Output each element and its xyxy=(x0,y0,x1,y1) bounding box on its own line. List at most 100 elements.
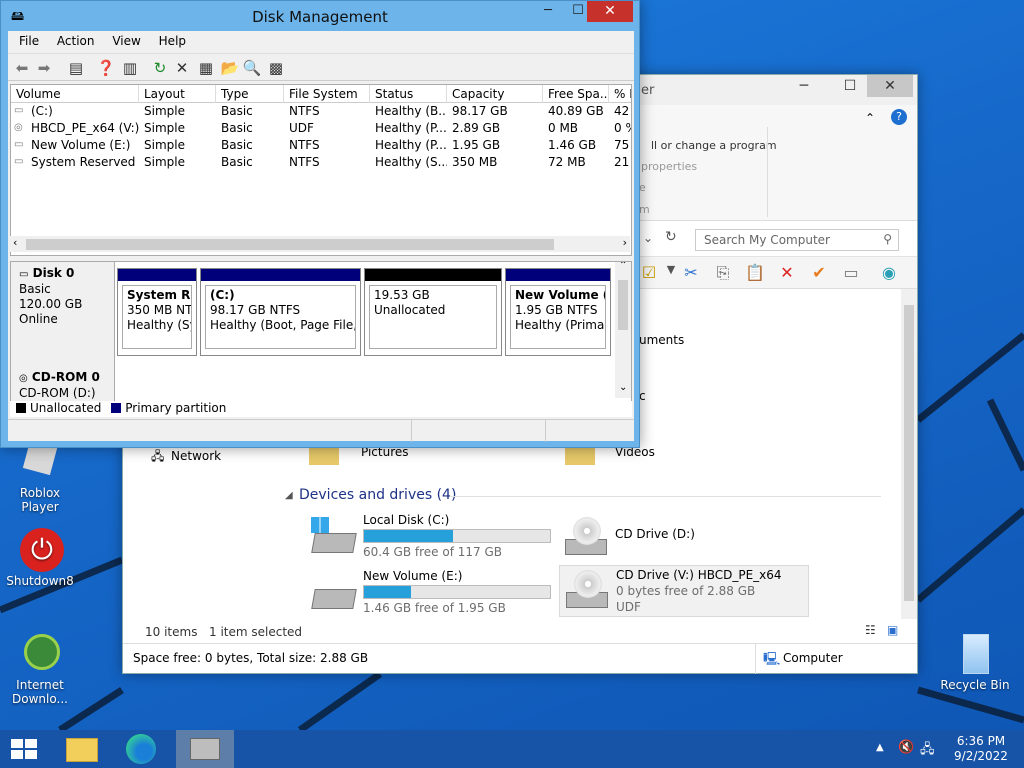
scroll-right-icon[interactable]: › xyxy=(623,236,627,249)
checkmark-icon[interactable]: ✔ xyxy=(807,263,831,283)
partition-e[interactable]: New Volume (E:) 1.95 GB NTFS Healthy (Pr… xyxy=(505,268,611,356)
delete-icon[interactable]: ✕ xyxy=(775,263,799,283)
collapse-triangle-icon[interactable]: ◢ xyxy=(285,490,293,501)
column-header[interactable]: Free Spa... xyxy=(543,85,609,103)
desktop-icon-recycle-bin[interactable]: Recycle Bin xyxy=(935,632,1015,692)
desktop-icon-roblox[interactable]: Roblox Player xyxy=(0,440,80,514)
legend: Unallocated Primary partition xyxy=(10,401,632,417)
help-icon[interactable]: ❓ xyxy=(96,58,116,78)
scroll-down-icon[interactable]: ⌄ xyxy=(619,382,627,393)
forward-icon[interactable]: ➡ xyxy=(34,58,54,78)
refresh-icon[interactable]: ↻ xyxy=(150,58,170,78)
column-header[interactable]: Layout xyxy=(139,85,216,103)
taskbar-disk-management[interactable] xyxy=(176,730,234,768)
rename-icon[interactable]: ▭ xyxy=(839,263,863,283)
cut-icon[interactable]: ✂ xyxy=(679,263,703,283)
drive-item-d[interactable]: CD Drive (D:) xyxy=(561,513,821,561)
table-row[interactable]: New Volume (E:) Simple Basic NTFS Health… xyxy=(11,137,631,154)
column-header[interactable]: Type xyxy=(216,85,284,103)
scroll-left-icon[interactable]: ‹ xyxy=(13,236,17,249)
back-icon[interactable]: ⬅ xyxy=(12,58,32,78)
large-icons-view-icon[interactable]: ▣ xyxy=(887,623,898,637)
uninstall-program-button[interactable]: ll or change a program xyxy=(651,139,777,152)
view-icon[interactable]: ▥ xyxy=(120,58,140,78)
scrollbar-thumb[interactable] xyxy=(618,280,628,330)
menu-action[interactable]: Action xyxy=(50,31,102,51)
taskbar-file-explorer[interactable] xyxy=(54,730,110,768)
taskbar-edge[interactable] xyxy=(114,730,170,768)
drive-usage-bar xyxy=(363,529,551,543)
explorer-vertical-scrollbar[interactable] xyxy=(901,289,917,619)
volume-list[interactable]: Volume Layout Type File System Status Ca… xyxy=(10,84,632,256)
menu-view[interactable]: View xyxy=(105,31,147,51)
disk-management-window[interactable]: 🖴 Disk Management ─ ☐ ✕ File Action View… xyxy=(0,0,640,448)
desktop-icon-shutdown8[interactable]: ⏻ Shutdown8 xyxy=(0,528,80,588)
space-info: Space free: 0 bytes, Total size: 2.88 GB xyxy=(133,651,369,665)
cell-free: 40.89 GB xyxy=(548,104,604,118)
search-input[interactable]: Search My Computer ⚲ xyxy=(695,229,899,251)
column-header[interactable]: File System xyxy=(284,85,370,103)
desktop-icon-label: Recycle Bin xyxy=(940,678,1010,692)
network-icon[interactable]: 🖧 xyxy=(920,740,935,762)
search-icon[interactable]: 🔍 xyxy=(242,58,262,78)
volume-muted-icon[interactable]: 🔇 xyxy=(898,740,914,755)
menu-bar: File Action View Help xyxy=(8,31,634,53)
devices-section-header[interactable]: ◢ Devices and drives (4) xyxy=(285,487,881,503)
disk-graphical-view[interactable]: ▭ Disk 0 Basic 120.00 GB Online System R… xyxy=(10,261,632,417)
disk0-label[interactable]: ▭ Disk 0 Basic 120.00 GB Online xyxy=(11,262,115,366)
globe-icon[interactable]: ◉ xyxy=(877,263,901,283)
graph-vertical-scrollbar[interactable]: ⌃ ⌄ xyxy=(615,262,631,398)
show-hide-console-tree-icon[interactable]: ▤ xyxy=(66,58,86,78)
disk-management-title-bar[interactable]: 🖴 Disk Management ─ ☐ ✕ xyxy=(1,1,639,31)
scrollbar-thumb[interactable] xyxy=(26,239,554,250)
scrollbar-thumb[interactable] xyxy=(904,305,914,601)
show-hidden-icons-icon[interactable]: ▲ xyxy=(876,742,884,753)
partition-system-reserved[interactable]: System Rese 350 MB NTFS Healthy (Syst xyxy=(117,268,197,356)
settings-icon[interactable]: ▩ xyxy=(266,58,286,78)
cd-drive-icon xyxy=(562,570,610,610)
drive-item-e[interactable]: New Volume (E:) 1.46 GB free of 1.95 GB xyxy=(309,569,569,617)
delete-icon[interactable]: ✕ xyxy=(172,58,192,78)
properties-icon[interactable]: ▦ xyxy=(196,58,216,78)
column-header[interactable]: Capacity xyxy=(447,85,543,103)
cell-percent: 75 xyxy=(614,138,630,152)
partition-unallocated[interactable]: 19.53 GB Unallocated xyxy=(364,268,502,356)
table-row[interactable]: System Reserved Simple Basic NTFS Health… xyxy=(11,154,631,171)
horizontal-scrollbar[interactable]: ‹ › xyxy=(10,236,630,252)
cell-free: 72 MB xyxy=(548,155,586,169)
column-header[interactable]: % F xyxy=(609,85,631,103)
table-row[interactable]: (C:) Simple Basic NTFS Healthy (B... 98.… xyxy=(11,103,631,120)
menu-help[interactable]: Help xyxy=(152,31,193,51)
ribbon-collapse-icon[interactable]: ⌃ xyxy=(865,111,875,125)
nav-item-network[interactable]: Network xyxy=(171,449,221,463)
clock[interactable]: 6:36 PM 9/2/2022 xyxy=(946,734,1016,764)
column-header[interactable]: Volume xyxy=(11,85,139,103)
minimize-button[interactable]: ─ xyxy=(533,3,563,21)
details-view-icon[interactable]: ☷ xyxy=(865,623,876,637)
start-button[interactable] xyxy=(0,730,56,768)
menu-file[interactable]: File xyxy=(12,31,46,51)
drive-item-c[interactable]: Local Disk (C:) 60.4 GB free of 117 GB xyxy=(309,513,569,561)
properties-button[interactable]: properties xyxy=(641,160,697,173)
desktop-icon-internet-download-manager[interactable]: Internet Downlo... xyxy=(0,632,80,706)
close-button[interactable]: ✕ xyxy=(867,75,913,97)
partition-header-primary xyxy=(201,269,360,281)
address-dropdown-icon[interactable]: ⌄ xyxy=(643,231,653,245)
partition-c[interactable]: (C:) 98.17 GB NTFS Healthy (Boot, Page F… xyxy=(200,268,361,356)
open-folder-icon[interactable]: 📂 xyxy=(220,58,240,78)
table-row[interactable]: HBCD_PE_x64 (V:) Simple Basic UDF Health… xyxy=(11,120,631,137)
refresh-icon[interactable]: ↻ xyxy=(665,229,677,245)
legend-swatch-unallocated xyxy=(16,403,26,413)
help-icon[interactable]: ? xyxy=(891,109,907,125)
drive-item-v-selected[interactable]: CD Drive (V:) HBCD_PE_x64 0 bytes free o… xyxy=(559,565,809,617)
scroll-up-icon[interactable]: ⌃ xyxy=(619,262,627,271)
cd-icon: ◎ xyxy=(19,373,28,384)
nav-item-documents[interactable]: uments xyxy=(639,333,684,347)
close-button[interactable]: ✕ xyxy=(587,1,633,22)
cell-layout: Simple xyxy=(144,155,185,169)
check-icon[interactable]: ☑ xyxy=(637,263,661,283)
minimize-button[interactable]: ─ xyxy=(781,75,827,97)
copy-icon[interactable]: ⎘ xyxy=(711,263,735,283)
column-header[interactable]: Status xyxy=(370,85,447,103)
paste-icon[interactable]: 📋 xyxy=(743,263,767,283)
